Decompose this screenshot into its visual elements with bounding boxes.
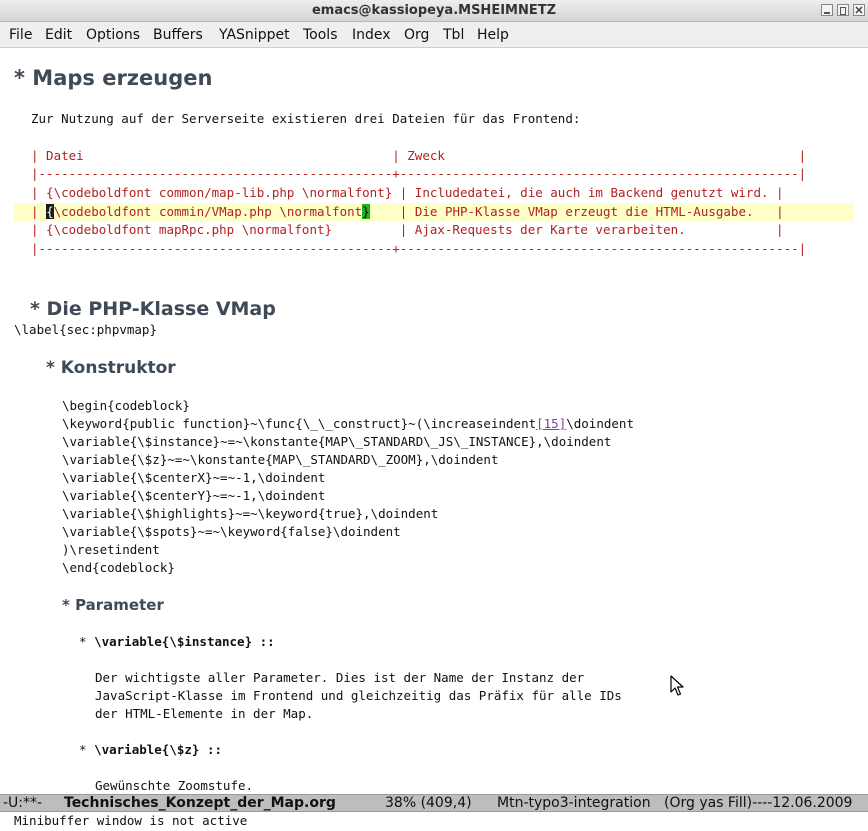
heading-parameter: * Parameter (62, 596, 164, 614)
param-z-desc: Gewünschte Zoomstufe. (95, 778, 254, 793)
table-rule: |---------------------------------------… (31, 166, 807, 181)
matching-paren: } (362, 204, 370, 219)
menu-org[interactable]: Org (404, 27, 429, 43)
title-bar: emacs@kassiopeya.MSHEIMNETZ (0, 0, 868, 22)
menu-index[interactable]: Index (352, 27, 391, 43)
modeline-position: 38% (409,4) (385, 795, 472, 811)
menu-edit[interactable]: Edit (45, 27, 72, 43)
param-instance-desc-3: der HTML-Elemente in der Map. (95, 706, 314, 721)
param-instance-term: * \variable{\$instance} :: (79, 634, 275, 649)
table-rule-end: |---------------------------------------… (31, 241, 807, 256)
window-title: emacs@kassiopeya.MSHEIMNETZ (311, 3, 557, 18)
menu-tools[interactable]: Tools (303, 27, 338, 43)
menu-help[interactable]: Help (477, 27, 509, 43)
footnote-link[interactable]: [15] (536, 416, 566, 431)
param-z-term: * \variable{\$z} :: (79, 742, 222, 757)
menu-yasnippet[interactable]: YASnippet (219, 27, 290, 43)
text-cursor: { (46, 204, 54, 219)
close-icon (855, 6, 863, 14)
minibuffer-message: Minibuffer window is not active (14, 813, 248, 828)
code-line-7: \variable{\$highlights}~=~\keyword{true}… (62, 506, 439, 521)
code-line-4: \variable{\$z}~=~\konstante{MAP\_STANDAR… (62, 452, 499, 467)
heading-maps-erzeugen: * Maps erzeugen (14, 66, 213, 90)
code-line-2: \keyword{public function}~\func{\_\_cons… (62, 416, 634, 431)
table-row-2: | {\codeboldfont commin/VMap.php \normal… (31, 204, 784, 219)
label-line: \label{sec:phpvmap} (14, 322, 157, 337)
modeline-modes[interactable]: (Org yas Fill)----12.06.2009 (664, 795, 852, 811)
table-row-3: | {\codeboldfont mapRpc.php \normalfont}… (31, 222, 784, 237)
table-row-1: | {\codeboldfont common/map-lib.php \nor… (31, 185, 784, 200)
modeline-status: -U:**- (3, 795, 43, 811)
menu-file[interactable]: File (9, 27, 32, 43)
code-line-3: \variable{\$instance}~=~\konstante{MAP\_… (62, 434, 612, 449)
maximize-button[interactable] (837, 4, 849, 16)
intro-text: Zur Nutzung auf der Serverseite existier… (31, 111, 581, 126)
heading-konstruktor: * Konstruktor (46, 358, 176, 378)
menu-bar: File Edit Options Buffers YASnippet Tool… (0, 22, 868, 48)
mouse-pointer-icon (670, 675, 684, 696)
modeline-buffer-name[interactable]: Technisches_Konzept_der_Map.org (64, 795, 336, 811)
menu-tbl[interactable]: Tbl (443, 27, 464, 43)
minibuffer[interactable]: Minibuffer window is not active (0, 812, 868, 831)
code-line-6: \variable{\$centerY}~=~-1,\doindent (62, 488, 326, 503)
modeline-project: Mtn-typo3-integration (497, 795, 651, 811)
menu-buffers[interactable]: Buffers (153, 27, 203, 43)
code-line-10: \end{codeblock} (62, 560, 175, 575)
param-instance-desc-1: Der wichtigste aller Parameter. Dies ist… (95, 670, 585, 685)
minimize-button[interactable] (821, 4, 833, 16)
code-line-8: \variable{\$spots}~=~\keyword{false}\doi… (62, 524, 401, 539)
editor-buffer[interactable]: * Maps erzeugen Zur Nutzung auf der Serv… (0, 48, 868, 794)
code-line-9: )\resetindent (62, 542, 160, 557)
code-line-1: \begin{codeblock} (62, 398, 190, 413)
code-line-5: \variable{\$centerX}~=~-1,\doindent (62, 470, 326, 485)
heading-php-klasse: * Die PHP-Klasse VMap (30, 298, 276, 320)
mode-line: -U:**- Technisches_Konzept_der_Map.org 3… (0, 794, 868, 812)
param-instance-desc-2: JavaScript-Klasse im Frontend und gleich… (95, 688, 622, 703)
table-header: | Datei | Zweck | (31, 148, 807, 163)
menu-options[interactable]: Options (86, 27, 140, 43)
close-button[interactable] (853, 4, 865, 16)
